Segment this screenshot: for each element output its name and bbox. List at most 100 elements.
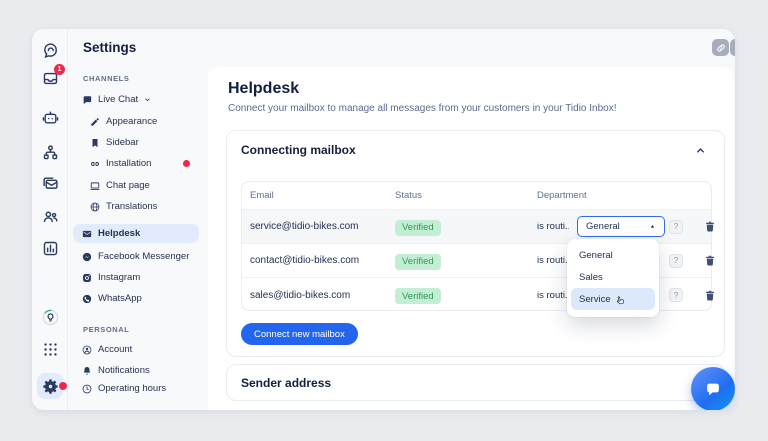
sender-address-panel[interactable]: Sender address <box>226 364 725 401</box>
mail-icon <box>82 230 92 237</box>
chat-widget-button[interactable] <box>691 367 735 410</box>
sidebar-title: Settings <box>83 40 137 55</box>
clipped-toolbar-button[interactable] <box>730 39 735 56</box>
connecting-mailbox-title: Connecting mailbox <box>241 143 356 157</box>
help-button[interactable]: ? <box>669 219 683 234</box>
column-header-email: Email <box>250 190 274 201</box>
page-subtitle: Connect your mailbox to manage all messa… <box>228 103 617 114</box>
trash-icon[interactable] <box>704 254 716 267</box>
apps-grid-icon-button[interactable] <box>41 340 59 358</box>
sidebar-item-instagram[interactable]: Instagram <box>73 268 199 287</box>
connecting-mailbox-panel: Connecting mailbox Email Status Departme… <box>226 130 725 357</box>
sidebar-item-appearance[interactable]: Appearance <box>73 112 199 131</box>
connect-new-mailbox-button[interactable]: Connect new mailbox <box>241 323 358 345</box>
status-badge: Verified <box>395 288 441 305</box>
sidebar-item-operating-hours[interactable]: Operating hours <box>73 379 199 398</box>
personal-section-label: PERSONAL <box>83 325 130 334</box>
sidebar-item-installation[interactable]: Installation <box>73 154 199 173</box>
column-header-department: Department <box>537 190 587 201</box>
speech-bubble-icon <box>707 383 719 396</box>
sidebar-item-label: Notifications <box>98 365 150 376</box>
tidio-logo-icon[interactable] <box>41 41 59 59</box>
routing-text: is routi... <box>537 289 569 301</box>
icon-rail: 1 <box>32 29 68 410</box>
table-header-row: Email Status Department <box>242 182 711 210</box>
chevron-down-icon <box>145 98 150 102</box>
sidebar-item-label: WhatsApp <box>98 293 142 304</box>
clock-icon <box>82 384 92 393</box>
sidebar-item-label: Helpdesk <box>98 228 141 239</box>
sidebar-item-label: Chat page <box>106 180 150 191</box>
link-icon <box>91 161 99 166</box>
dropdown-option-general[interactable]: General <box>571 244 655 266</box>
analytics-icon-button[interactable] <box>41 239 59 257</box>
sidebar-item-label: Installation <box>106 158 152 169</box>
inbox-icon-button[interactable]: 1 <box>41 64 65 87</box>
department-select[interactable]: General <box>577 216 665 237</box>
sidebar-item-translations[interactable]: Translations <box>73 197 199 216</box>
gear-icon <box>42 378 58 394</box>
help-button[interactable]: ? <box>669 288 683 302</box>
sidebar-item-label: Account <box>98 344 133 355</box>
help-button[interactable]: ? <box>669 253 683 268</box>
bookmark-icon <box>92 138 98 147</box>
column-header-status: Status <box>395 190 422 201</box>
sidebar-item-label: Operating hours <box>98 383 167 394</box>
app-window: 1 Settings CHANNELS Live Chat Appearance… <box>32 29 735 410</box>
inbox-badge: 1 <box>54 64 65 75</box>
sidebar-item-account[interactable]: Account <box>73 340 199 359</box>
globe-icon <box>90 202 100 211</box>
triangle-up-icon <box>650 225 655 228</box>
monitor-icon <box>90 181 100 190</box>
sidebar-item-facebook-messenger[interactable]: Facebook Messenger <box>73 247 199 266</box>
cursor-hand-icon <box>616 295 624 304</box>
chatbot-icon-button[interactable] <box>41 108 59 126</box>
settings-sidebar: Settings CHANNELS Live Chat Appearance S… <box>69 29 205 410</box>
trash-icon[interactable] <box>704 220 716 233</box>
sidebar-item-label: Sidebar <box>106 137 139 148</box>
sidebar-item-whatsapp[interactable]: WhatsApp <box>73 289 199 308</box>
sidebar-item-live-chat[interactable]: Live Chat <box>73 90 199 109</box>
page-title: Helpdesk <box>228 80 300 97</box>
campaigns-icon-button[interactable] <box>41 174 59 192</box>
department-dropdown-menu: General Sales Service <box>567 239 659 317</box>
sidebar-item-notifications[interactable]: Notifications <box>73 361 199 380</box>
settings-notification-dot <box>59 382 67 390</box>
dropdown-option-service[interactable]: Service <box>571 288 655 310</box>
mailbox-email: service@tidio-bikes.com <box>250 221 359 232</box>
connecting-mailbox-header[interactable]: Connecting mailbox <box>227 131 724 169</box>
helpdesk-page: Helpdesk Connect your mailbox to manage … <box>208 67 733 410</box>
person-icon <box>82 345 92 354</box>
copy-link-button[interactable] <box>712 39 729 56</box>
sidebar-item-label: Appearance <box>106 116 158 127</box>
sidebar-item-chat-page[interactable]: Chat page <box>73 176 199 195</box>
insights-icon-button[interactable] <box>41 308 59 326</box>
link-icon <box>716 43 725 52</box>
whatsapp-icon <box>82 294 92 303</box>
sender-address-title: Sender address <box>241 375 332 390</box>
sidebar-item-label: Instagram <box>98 272 141 283</box>
automation-icon-button[interactable] <box>41 143 59 161</box>
instagram-icon <box>83 273 91 282</box>
department-select-value: General <box>586 221 620 232</box>
sidebar-item-sidebar[interactable]: Sidebar <box>73 133 199 152</box>
routing-text: is routi... <box>537 255 569 266</box>
bell-icon <box>83 366 91 375</box>
sidebar-item-label: Facebook Messenger <box>98 251 190 262</box>
channels-section-label: CHANNELS <box>83 74 130 83</box>
option-label: General <box>579 249 613 261</box>
chevron-up-icon[interactable] <box>695 145 706 156</box>
page: { "theme": { "accent": "#2465f0", "badge… <box>0 0 768 441</box>
chat-bubble-icon <box>83 95 92 104</box>
installation-notification-dot <box>183 160 190 167</box>
dropdown-option-sales[interactable]: Sales <box>571 266 655 288</box>
mailbox-email: sales@tidio-bikes.com <box>250 289 351 301</box>
messenger-icon <box>82 252 92 261</box>
trash-icon[interactable] <box>704 289 716 302</box>
option-label: Sales <box>579 271 603 283</box>
contacts-icon-button[interactable] <box>41 207 59 225</box>
pencil-icon <box>91 117 99 126</box>
routing-text: is routi... <box>537 221 569 232</box>
sidebar-item-label: Translations <box>106 201 158 212</box>
sidebar-item-helpdesk[interactable]: Helpdesk <box>73 224 199 243</box>
